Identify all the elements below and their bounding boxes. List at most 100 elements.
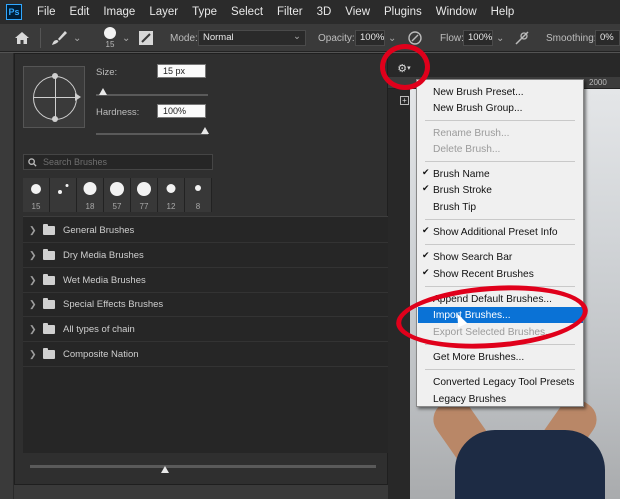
brush-folder-row[interactable]: ❯ Wet Media Brushes	[23, 268, 388, 293]
folder-icon	[43, 273, 55, 285]
recent-brush-size: 15	[31, 202, 41, 211]
roundness-handle-bottom[interactable]	[52, 116, 58, 122]
folder-icon	[43, 297, 55, 309]
menu-item-rename-brush[interactable]: Rename Brush...	[418, 125, 583, 141]
menu-separator	[425, 244, 575, 245]
menu-view[interactable]: View	[338, 0, 377, 24]
brush-folder-label: All types of chain	[63, 323, 135, 335]
brush-folder-label: Composite Nation	[63, 348, 139, 360]
recent-brush[interactable]: 18	[77, 178, 104, 212]
preview-size-slider[interactable]	[30, 465, 376, 468]
chevron-right-icon[interactable]: ❯	[29, 299, 43, 310]
brush-tool-icon[interactable]	[50, 24, 68, 52]
menu-item-show-additional-preset-info[interactable]: ✔ Show Additional Preset Info	[418, 224, 583, 240]
menu-item-get-more-brushes[interactable]: Get More Brushes...	[418, 349, 583, 365]
size-slider[interactable]	[96, 94, 208, 96]
menu-edit[interactable]: Edit	[63, 0, 97, 24]
recent-brush[interactable]	[50, 178, 77, 212]
flow-chevron-icon[interactable]: ⌄	[496, 24, 504, 52]
menu-3d[interactable]: 3D	[310, 0, 339, 24]
menu-image[interactable]: Image	[96, 0, 142, 24]
menu-select[interactable]: Select	[224, 0, 270, 24]
brush-folder-row[interactable]: ❯ Composite Nation	[23, 342, 388, 367]
menu-filter[interactable]: Filter	[270, 0, 310, 24]
chevron-right-icon[interactable]: ❯	[29, 225, 43, 236]
menu-window[interactable]: Window	[429, 0, 484, 24]
chevron-right-icon[interactable]: ❯	[29, 324, 43, 335]
menu-item-brush-stroke[interactable]: ✔ Brush Stroke	[418, 182, 583, 198]
options-bar: ⌄ 15 ⌄ Mode: Normal ⌄ Opacity: 100% ⌄ Fl…	[0, 24, 620, 52]
menu-item-converted-legacy-tool-presets[interactable]: Converted Legacy Tool Presets	[418, 374, 583, 390]
roundness-handle-top[interactable]	[52, 73, 58, 79]
menu-item-legacy-brushes[interactable]: Legacy Brushes	[418, 391, 583, 407]
menu-item-show-search-bar[interactable]: ✔ Show Search Bar	[418, 249, 583, 265]
brush-tip-icon	[104, 27, 116, 39]
folder-icon	[43, 322, 55, 334]
brush-folder-label: Special Effects Brushes	[63, 298, 164, 310]
smoothing-input[interactable]: 0%	[595, 30, 620, 46]
annotation-circle-gear	[380, 44, 430, 90]
hardness-label: Hardness:	[96, 107, 140, 118]
search-brushes-field[interactable]: Search Brushes	[23, 154, 213, 170]
flow-label: Flow:	[440, 32, 464, 44]
menu-item-new-brush-group[interactable]: New Brush Group...	[418, 100, 583, 116]
brush-tip-icon	[31, 184, 41, 194]
angle-arrow-icon[interactable]	[75, 93, 81, 101]
brush-folder-row[interactable]: ❯ All types of chain	[23, 317, 388, 342]
home-icon[interactable]	[14, 24, 30, 52]
brush-folder-row[interactable]: ❯ Dry Media Brushes	[23, 243, 388, 268]
hardness-slider[interactable]	[96, 133, 208, 135]
hardness-slider-thumb[interactable]	[201, 127, 209, 134]
brush-folder-row[interactable]: ❯ General Brushes	[23, 218, 388, 243]
recent-brush-size: 12	[166, 202, 176, 211]
chevron-right-icon[interactable]: ❯	[29, 275, 43, 286]
mode-select[interactable]: Normal ⌄	[198, 30, 306, 46]
new-brush-icon[interactable]: +	[400, 96, 409, 105]
folder-icon	[43, 248, 55, 260]
brush-preset-picker[interactable]: 15	[100, 24, 120, 52]
brush-tip-icon	[110, 182, 124, 196]
preview-size-slider-thumb[interactable]	[161, 466, 169, 473]
menu-item-new-brush-preset[interactable]: New Brush Preset...	[418, 84, 583, 100]
menu-item-brush-name[interactable]: ✔ Brush Name	[418, 166, 583, 182]
chevron-right-icon[interactable]: ❯	[29, 349, 43, 360]
flow-input[interactable]: 100%	[463, 30, 493, 46]
panel-footer	[14, 485, 388, 499]
mode-label: Mode:	[170, 32, 198, 44]
menu-layer[interactable]: Layer	[142, 0, 185, 24]
brush-angle-preview[interactable]	[23, 66, 85, 128]
menu-item-brush-tip[interactable]: Brush Tip	[418, 199, 583, 215]
brush-tip-icon	[137, 182, 151, 196]
brush-tip-icon	[166, 184, 176, 193]
brush-tip-icon	[58, 190, 62, 194]
hardness-input[interactable]: 100%	[157, 104, 206, 118]
menu-item-show-recent-brushes[interactable]: ✔ Show Recent Brushes	[418, 266, 583, 282]
search-brushes-placeholder: Search Brushes	[43, 157, 108, 167]
opacity-input[interactable]: 100%	[355, 30, 385, 46]
tools-panel-edge[interactable]	[0, 53, 14, 499]
recent-brush[interactable]: 8	[185, 178, 212, 212]
smoothing-label: Smoothing:	[546, 32, 597, 44]
chevron-right-icon[interactable]: ❯	[29, 250, 43, 261]
brush-picker-chevron-icon[interactable]: ⌄	[122, 24, 130, 52]
size-slider-thumb[interactable]	[99, 88, 107, 95]
recent-brush[interactable]: 57	[104, 178, 131, 212]
size-input[interactable]: 15 px	[157, 64, 206, 78]
menu-separator	[425, 219, 575, 220]
checkmark-icon: ✔	[422, 225, 430, 235]
menu-item-delete-brush[interactable]: Delete Brush...	[418, 141, 583, 157]
menu-type[interactable]: Type	[185, 0, 224, 24]
checkmark-icon: ✔	[422, 167, 430, 177]
brush-folder-row[interactable]: ❯ Special Effects Brushes	[23, 292, 388, 317]
recent-brush[interactable]: 77	[131, 178, 158, 212]
search-icon	[28, 157, 37, 167]
tool-preset-chevron-icon[interactable]: ⌄	[73, 24, 81, 52]
recent-brush[interactable]: 12	[158, 178, 185, 212]
recent-brush-size: 57	[112, 202, 122, 211]
brush-settings-icon[interactable]	[138, 24, 154, 52]
menu-help[interactable]: Help	[484, 0, 522, 24]
menu-plugins[interactable]: Plugins	[377, 0, 429, 24]
menu-file[interactable]: File	[30, 0, 63, 24]
airbrush-icon[interactable]	[514, 24, 530, 52]
recent-brush[interactable]: 15	[23, 178, 50, 212]
